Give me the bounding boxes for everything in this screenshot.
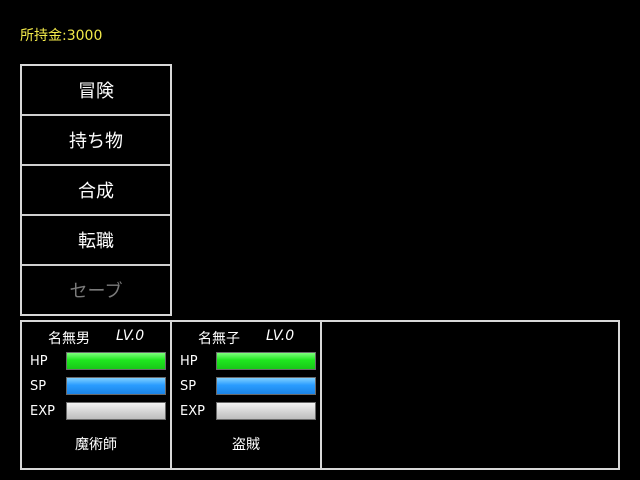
hp-row: HP (30, 352, 170, 372)
exp-row: EXP (30, 402, 170, 422)
member-level: LV.0 (116, 328, 145, 344)
menu-item-inventory[interactable]: 持ち物 (22, 116, 170, 166)
party-status-panel: 名無男 LV.0 HP SP EXP 魔術師 名無子 LV.0 HP SP EX… (20, 320, 620, 470)
member-class: 魔術師 (75, 437, 117, 453)
hp-bar (66, 352, 166, 370)
empty-party-slot (322, 322, 618, 468)
hp-row: HP (180, 352, 320, 372)
menu-item-save: セーブ (69, 281, 123, 302)
member-class: 盗賊 (232, 437, 260, 453)
main-menu: 冒険 持ち物 合成 転職 セーブ (20, 64, 172, 316)
sp-label: SP (30, 379, 47, 394)
menu-item-job-change[interactable]: 転職 (22, 216, 170, 266)
party-member-2[interactable]: 名無子 LV.0 HP SP EXP 盗賊 (172, 322, 322, 468)
sp-row: SP (180, 377, 320, 397)
hp-bar (216, 352, 316, 370)
sp-bar-fill (67, 378, 165, 394)
exp-bar (216, 402, 316, 420)
hp-bar-fill (217, 353, 315, 369)
exp-bar-fill (67, 403, 165, 419)
sp-label: SP (180, 379, 197, 394)
menu-item-adventure[interactable]: 冒険 (22, 66, 170, 116)
exp-label: EXP (180, 404, 205, 419)
exp-row: EXP (180, 402, 320, 422)
hp-bar-fill (67, 353, 165, 369)
sp-bar-fill (217, 378, 315, 394)
member-level: LV.0 (266, 328, 295, 344)
exp-bar (66, 402, 166, 420)
sp-bar (66, 377, 166, 395)
gold-amount: 所持金:3000 (20, 28, 103, 44)
hp-label: HP (30, 354, 48, 369)
sp-bar (216, 377, 316, 395)
member-name: 名無男 (48, 331, 90, 347)
party-member-1[interactable]: 名無男 LV.0 HP SP EXP 魔術師 (22, 322, 172, 468)
exp-bar-fill (217, 403, 315, 419)
hp-label: HP (180, 354, 198, 369)
exp-label: EXP (30, 404, 55, 419)
menu-item-synthesis[interactable]: 合成 (22, 166, 170, 216)
member-name: 名無子 (198, 331, 240, 347)
sp-row: SP (30, 377, 170, 397)
